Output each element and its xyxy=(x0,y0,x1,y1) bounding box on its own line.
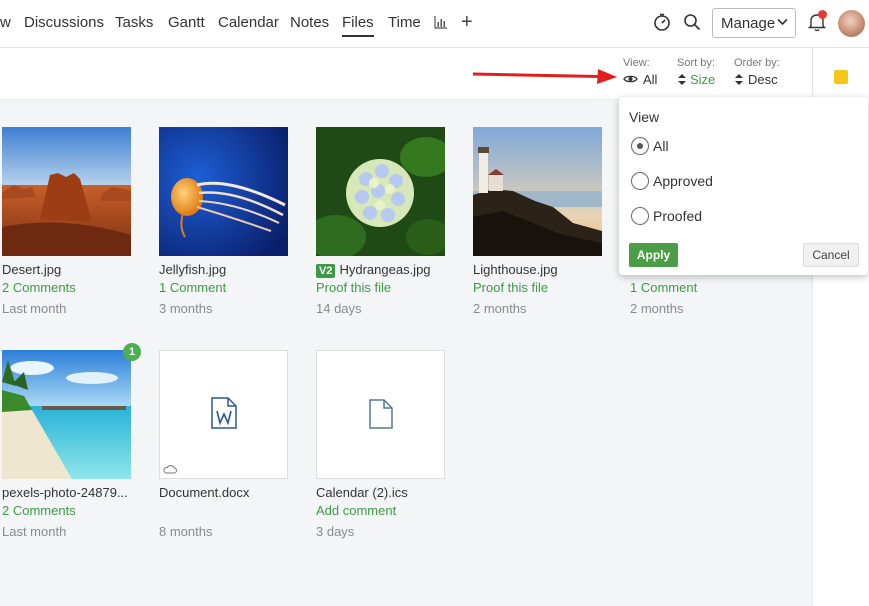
tab-tasks[interactable]: Tasks xyxy=(115,14,153,31)
file-thumbnail-jellyfish[interactable] xyxy=(159,127,288,256)
tab-time[interactable]: Time xyxy=(388,14,421,31)
files-filter-bar: View: All Sort by: Size Order by: Desc xyxy=(0,48,812,100)
view-filter-label: View: xyxy=(623,57,650,69)
timer-icon[interactable] xyxy=(653,13,671,31)
order-by-value[interactable]: Desc xyxy=(748,72,778,87)
sort-arrows-icon xyxy=(678,74,686,85)
tab-discussions[interactable]: Discussions xyxy=(24,14,104,31)
tab-calendar[interactable]: Calendar xyxy=(218,14,279,31)
view-filter-value[interactable]: All xyxy=(643,72,657,87)
radio-button[interactable] xyxy=(631,137,649,155)
file-modified-time: Last month xyxy=(2,524,67,539)
chevron-down-icon xyxy=(777,18,788,26)
file-comments-link[interactable]: 1 Comment xyxy=(630,280,697,295)
file-modified-time: 2 months xyxy=(473,301,527,316)
file-name[interactable]: Document.docx xyxy=(159,485,249,500)
proof-file-link[interactable]: Proof this file xyxy=(316,280,391,295)
dropdown-title: View xyxy=(629,109,660,125)
add-tab-icon[interactable]: + xyxy=(461,11,473,34)
cloud-icon xyxy=(163,465,177,474)
file-name[interactable]: Calendar (2).ics xyxy=(316,485,408,500)
file-name[interactable]: Lighthouse.jpg xyxy=(473,262,558,277)
top-nav: w Discussions Tasks Gantt Calendar Notes… xyxy=(0,0,869,48)
eye-icon xyxy=(623,75,638,83)
file-name-text: Hydrangeas.jpg xyxy=(339,262,431,277)
tab-overview[interactable]: w xyxy=(0,14,11,31)
tab-gantt[interactable]: Gantt xyxy=(168,14,205,31)
file-modified-time: 2 months xyxy=(630,301,684,316)
file-thumbnail-calendar[interactable] xyxy=(316,350,445,479)
tab-files[interactable]: Files xyxy=(342,14,374,37)
radio-label: All xyxy=(653,138,669,154)
file-modified-time: 3 months xyxy=(159,301,213,316)
red-annotation-arrow xyxy=(472,69,617,84)
reports-chart-icon[interactable] xyxy=(434,15,448,29)
file-thumbnail-hydrangeas[interactable] xyxy=(316,127,445,256)
apply-button[interactable]: Apply xyxy=(629,243,678,267)
file-name[interactable]: Desert.jpg xyxy=(2,262,61,277)
file-modified-time: 3 days xyxy=(316,524,355,539)
order-arrows-icon xyxy=(735,74,743,85)
file-thumbnail-desert[interactable] xyxy=(2,127,131,256)
file-thumbnail-lighthouse[interactable] xyxy=(473,127,602,256)
manage-button[interactable]: Manage xyxy=(712,8,796,38)
file-name[interactable]: V2 Hydrangeas.jpg xyxy=(316,262,431,278)
sort-by-value[interactable]: Size xyxy=(690,72,715,87)
radio-label: Proofed xyxy=(653,208,703,224)
file-name[interactable]: pexels-photo-24879... xyxy=(2,485,128,500)
add-comment-link[interactable]: Add comment xyxy=(316,503,396,518)
new-comment-count-badge: 1 xyxy=(123,343,141,361)
tab-notes[interactable]: Notes xyxy=(290,14,329,31)
sort-by-label: Sort by: xyxy=(677,57,715,69)
cancel-button[interactable]: Cancel xyxy=(803,243,859,267)
radio-button[interactable] xyxy=(631,172,649,190)
file-comments-link[interactable]: 1 Comment xyxy=(159,280,226,295)
order-by-label: Order by: xyxy=(734,57,780,69)
file-modified-time: Last month xyxy=(2,301,67,316)
view-filter-dropdown: View All Approved Proofed Apply Cancel xyxy=(619,97,868,275)
file-thumbnail-beach[interactable] xyxy=(2,350,131,479)
file-name[interactable]: Jellyfish.jpg xyxy=(159,262,226,277)
radio-label: Approved xyxy=(653,173,713,189)
file-thumbnail-document[interactable] xyxy=(159,350,288,479)
radio-button[interactable] xyxy=(631,207,649,225)
user-avatar[interactable] xyxy=(838,10,865,37)
file-modified-time: 8 months xyxy=(159,524,213,539)
file-comments-link[interactable]: 2 Comments xyxy=(2,503,76,518)
manage-button-label: Manage xyxy=(721,14,776,32)
search-icon[interactable] xyxy=(683,13,701,31)
generic-file-icon xyxy=(369,399,393,429)
sticky-note-icon[interactable] xyxy=(834,70,848,84)
proof-file-link[interactable]: Proof this file xyxy=(473,280,548,295)
file-modified-time: 14 days xyxy=(316,301,362,316)
file-comments-link[interactable]: 2 Comments xyxy=(2,280,76,295)
notification-dot xyxy=(818,10,827,19)
version-badge: V2 xyxy=(316,264,336,278)
word-document-icon xyxy=(211,397,237,429)
